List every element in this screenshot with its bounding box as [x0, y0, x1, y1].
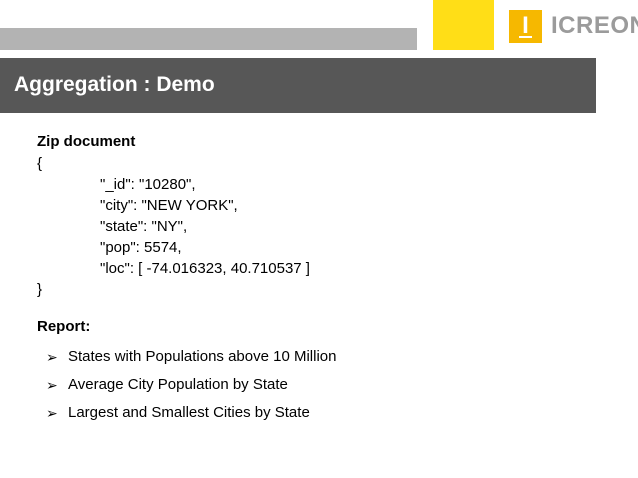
arrowhead-bullet-icon: ➢ — [46, 349, 58, 365]
code-close-brace: } — [37, 281, 43, 298]
slide-title: Aggregation : Demo — [14, 73, 215, 96]
header-gray-bar — [0, 28, 417, 50]
code-line-loc: "loc": [ -74.016323, 40.710537 ] — [100, 260, 310, 277]
list-item: ➢ Average City Population by State — [37, 371, 337, 399]
list-item: ➢ States with Populations above 10 Milli… — [37, 343, 337, 371]
report-heading: Report: — [37, 318, 91, 335]
code-line-pop: "pop": 5574, — [100, 239, 182, 256]
report-list: ➢ States with Populations above 10 Milli… — [37, 343, 337, 427]
code-line-city: "city": "NEW YORK", — [100, 197, 238, 214]
list-item-label: Largest and Smallest Cities by State — [68, 404, 310, 421]
code-open-brace: { — [37, 155, 43, 172]
code-line-id: "_id": "10280", — [100, 176, 196, 193]
arrowhead-bullet-icon: ➢ — [46, 405, 58, 421]
arrowhead-bullet-icon: ➢ — [46, 377, 58, 393]
header-yellow-block — [433, 0, 494, 50]
title-banner: Aggregation : Demo — [0, 58, 596, 113]
list-item: ➢ Largest and Smallest Cities by State — [37, 399, 337, 427]
icreon-logo-icon: I — [509, 10, 542, 43]
list-item-label: States with Populations above 10 Million — [68, 348, 337, 365]
zip-document-heading: Zip document — [37, 133, 136, 150]
list-item-label: Average City Population by State — [68, 376, 288, 393]
slide-content: Zip document { "_id": "10280", "city": "… — [37, 131, 337, 427]
code-line-state: "state": "NY", — [100, 218, 188, 235]
logo-wordmark: ICREON — [551, 12, 638, 39]
